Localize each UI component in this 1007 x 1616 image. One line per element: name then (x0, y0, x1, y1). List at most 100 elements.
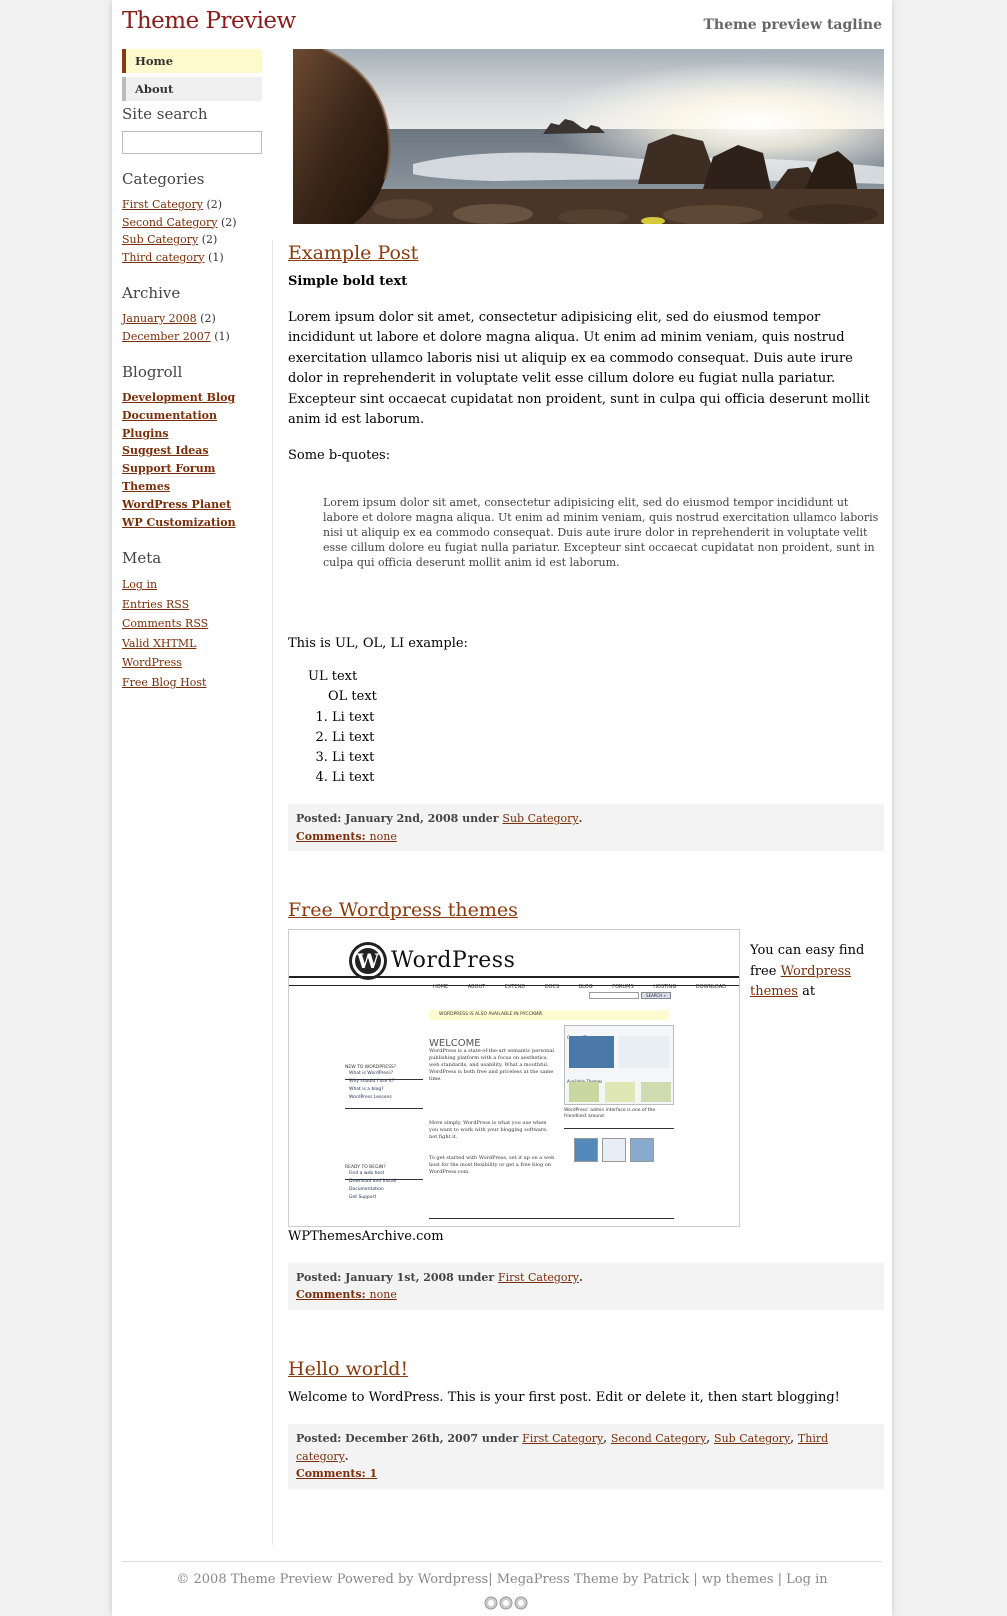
list-item: Third category (1) (122, 249, 262, 267)
wp-nav: HOME ABOUT EXTEND DOCS BLOG FORUMS HOSTI… (433, 984, 727, 991)
meta-link-comments-rss[interactable]: Comments RSS (122, 617, 208, 630)
blogroll-link[interactable]: Suggest Ideas (122, 444, 209, 457)
post-example: Example Post Simple bold text Lorem ipsu… (288, 240, 884, 852)
blogroll-link[interactable]: WordPress Planet (122, 498, 231, 511)
search-input[interactable] (122, 131, 262, 154)
post-category-link[interactable]: Sub Category (502, 812, 578, 825)
post-meta: Posted: December 26th, 2007 under First … (288, 1424, 884, 1489)
meta-link-free-blog-host[interactable]: Free Blog Host (122, 676, 206, 689)
archive-list: January 2008 (2) December 2007 (1) (122, 310, 262, 345)
post-category-link[interactable]: Second Category (611, 1432, 707, 1445)
post-title-link[interactable]: Free Wordpress themes (288, 899, 518, 921)
sidebar: Home About Site search Categories First … (122, 49, 262, 710)
list-item: Log in (122, 575, 262, 595)
list-item: WP Customization (122, 514, 262, 532)
ol-text: OL text (328, 689, 377, 704)
list-item: Plugins (122, 425, 262, 443)
meta-link-login[interactable]: Log in (122, 578, 157, 591)
meta-link-entries-rss[interactable]: Entries RSS (122, 598, 189, 611)
list-item: Li text (332, 748, 884, 768)
post-free-themes: Free Wordpress themes W WordPress HOME A… (288, 897, 884, 1310)
blockquote: Lorem ipsum dolor sit amet, consectetur … (323, 496, 879, 569)
footer-dots-badge-icon (484, 1595, 528, 1614)
category-link[interactable]: Sub Category (122, 233, 198, 246)
posted-label: Posted: January 2nd, 2008 under (296, 812, 499, 826)
post-category-link[interactable]: First Category (522, 1432, 603, 1445)
wordpress-screenshot-image: W WordPress HOME ABOUT EXTEND DOCS BLOG … (288, 929, 740, 1228)
archive-heading: Archive (122, 284, 181, 302)
footer-divider (122, 1561, 882, 1562)
list-item: WordPress (122, 653, 262, 673)
footer: © 2008 Theme Preview Powered by Wordpres… (176, 1572, 828, 1587)
list-item: Second Category (2) (122, 214, 262, 232)
page-container: Theme Preview Theme preview tagline Home… (112, 0, 892, 1616)
footer-wp-themes-link[interactable]: wp themes (702, 1572, 774, 1587)
archive-link[interactable]: December 2007 (122, 330, 211, 343)
content: Example Post Simple bold text Lorem ipsu… (288, 240, 884, 1527)
footer-wordpress-link[interactable]: Wordpress (418, 1572, 488, 1587)
post-category-link[interactable]: Sub Category (714, 1432, 790, 1445)
category-link[interactable]: First Category (122, 198, 203, 211)
nav-item-home[interactable]: Home (122, 49, 262, 73)
footer-megapress-link[interactable]: MegaPress Theme by Patrick (497, 1572, 690, 1587)
comments-label: Comments: (296, 1288, 366, 1302)
meta-link-wordpress[interactable]: WordPress (122, 656, 182, 669)
blogroll-link[interactable]: Plugins (122, 427, 169, 440)
blogroll-link[interactable]: Documentation (122, 409, 217, 422)
site-title[interactable]: Theme Preview (122, 8, 296, 34)
list-item: Themes (122, 478, 262, 496)
archive-count: (2) (200, 312, 216, 325)
nav-item-about[interactable]: About (122, 77, 262, 101)
blogroll-link[interactable]: Themes (122, 480, 170, 493)
list-item: December 2007 (1) (122, 328, 262, 346)
search-heading: Site search (122, 105, 208, 123)
category-link[interactable]: Third category (122, 251, 205, 264)
comments-link[interactable]: Comments: none (296, 830, 397, 843)
blogroll-list: Development Blog Documentation Plugins S… (122, 389, 262, 531)
meta-list: Log in Entries RSS Comments RSS Valid XH… (122, 575, 262, 692)
post-meta: Posted: January 2nd, 2008 under Sub Cate… (288, 804, 884, 852)
column-divider (272, 240, 273, 1545)
post-paragraph: Welcome to WordPress. This is your first… (288, 1389, 840, 1405)
post-title-link[interactable]: Hello world! (288, 1358, 408, 1380)
list-item: Development Blog (122, 389, 262, 407)
blogroll-link[interactable]: Support Forum (122, 462, 215, 475)
wp-admin-preview: Current Theme Available Themes (564, 1025, 674, 1106)
blogroll-link[interactable]: WP Customization (122, 516, 236, 529)
list-item: Li text (332, 728, 884, 748)
categories-list: First Category (2) Second Category (2) S… (122, 196, 262, 266)
list-item: Documentation (122, 407, 262, 425)
post-meta: Posted: January 1st, 2008 under First Ca… (288, 1262, 884, 1310)
post-category-link[interactable]: First Category (498, 1271, 579, 1284)
comments-count: 1 (369, 1467, 378, 1481)
archive-count: (1) (214, 329, 230, 343)
category-count: (2) (206, 198, 223, 211)
comments-link[interactable]: Comments: 1 (296, 1467, 377, 1480)
wordpress-logo-icon: W (349, 942, 387, 981)
post-bold-text: Simple bold text (288, 274, 408, 289)
post-title-link[interactable]: Example Post (288, 242, 418, 264)
blogroll-link[interactable]: Development Blog (122, 391, 235, 404)
list-item: Li text (332, 768, 884, 788)
comments-link[interactable]: Comments: none (296, 1288, 397, 1301)
archive-link[interactable]: January 2008 (122, 312, 197, 325)
post-title: Example Post (288, 240, 884, 266)
list-item: WordPress Planet (122, 496, 262, 514)
ordered-list: Li text Li text Li text Li text (288, 708, 884, 789)
comments-label: Comments: (296, 1467, 366, 1481)
footer-login-link[interactable]: Log in (786, 1572, 827, 1587)
post-side-text: You can easy find free Wordpress themes … (750, 943, 865, 1000)
meta-heading: Meta (122, 549, 162, 568)
bquote-intro: Some b-quotes: (288, 447, 391, 463)
header-image (293, 49, 884, 224)
header-image-coast-scene (293, 49, 884, 224)
meta-link-valid-xhtml[interactable]: Valid XHTML (122, 637, 196, 650)
list-item: Support Forum (122, 460, 262, 478)
list-item: January 2008 (2) (122, 310, 262, 328)
category-link[interactable]: Second Category (122, 216, 218, 229)
category-count: (2) (201, 233, 218, 246)
list-item: First Category (2) (122, 196, 262, 214)
posted-label: Posted: January 1st, 2008 under (296, 1270, 495, 1284)
comments-count: none (369, 1288, 397, 1302)
post-title: Free Wordpress themes (288, 897, 884, 923)
